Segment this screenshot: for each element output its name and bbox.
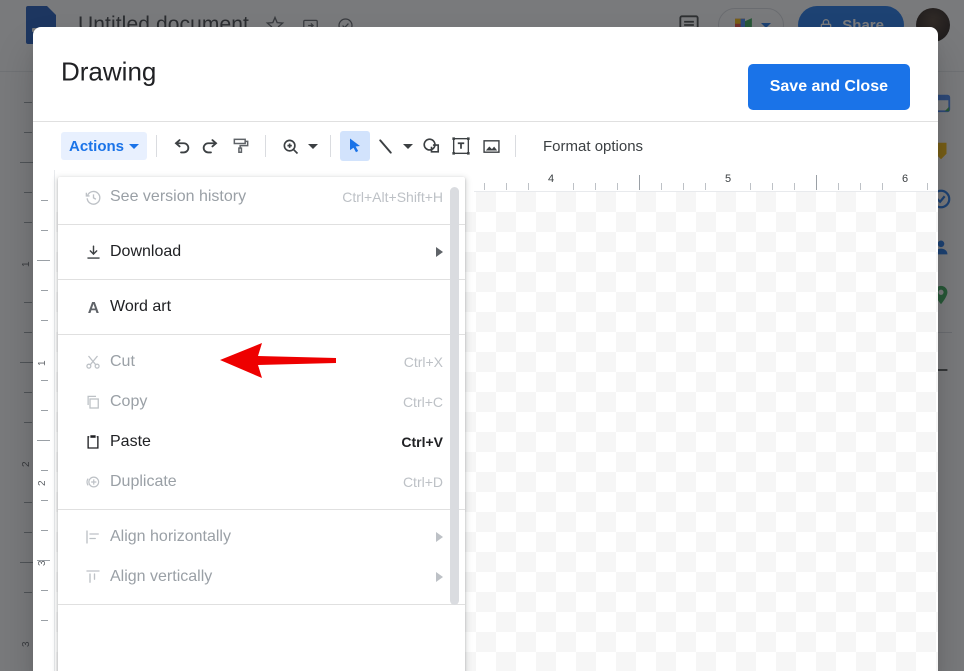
- toolbar-divider: [515, 135, 517, 157]
- submenu-arrow-icon: [436, 532, 443, 542]
- vertical-ruler-number: 1: [37, 360, 48, 366]
- menu-item-label: Cut: [110, 353, 135, 370]
- copy-icon: [84, 393, 110, 411]
- image-icon[interactable]: [476, 131, 506, 161]
- menu-divider: [58, 224, 465, 225]
- drawing-toolbar: Actions Format options: [33, 122, 938, 170]
- download-icon: [84, 243, 110, 262]
- menu-item-cut[interactable]: Cut Ctrl+X: [58, 342, 465, 382]
- actions-dropdown-menu: See version history Ctrl+Alt+Shift+H Dow…: [58, 177, 465, 671]
- menu-item-align-horizontally[interactable]: Align horizontally: [58, 517, 465, 557]
- word-art-icon: A: [84, 298, 110, 317]
- menu-item-label: Align horizontally: [110, 528, 231, 545]
- toolbar-divider: [265, 135, 267, 157]
- line-icon[interactable]: [370, 131, 400, 161]
- actions-menu-button[interactable]: Actions: [61, 132, 148, 160]
- menu-item-word-art[interactable]: A Word art: [58, 287, 465, 327]
- zoom-icon[interactable]: [275, 131, 305, 161]
- menu-item-label: See version history: [110, 188, 247, 205]
- submenu-arrow-icon: [436, 247, 443, 257]
- vertical-ruler-number: 2: [37, 480, 48, 486]
- submenu-arrow-icon: [436, 572, 443, 582]
- menu-divider: [58, 604, 465, 605]
- svg-text:A: A: [88, 300, 100, 317]
- menu-item-duplicate[interactable]: Duplicate Ctrl+D: [58, 462, 465, 502]
- ruler-number: 5: [725, 173, 732, 185]
- menu-item-label: Duplicate: [110, 473, 177, 490]
- menu-item-shortcut: Ctrl+V: [401, 434, 443, 450]
- history-icon: [84, 188, 110, 207]
- cut-icon: [84, 353, 110, 371]
- menu-item-align-vertically[interactable]: Align vertically: [58, 557, 465, 597]
- align-horizontal-icon: [84, 528, 110, 546]
- format-options-button[interactable]: Format options: [543, 138, 643, 155]
- chevron-down-icon: [129, 143, 140, 149]
- menu-divider: [58, 334, 465, 335]
- ruler-number: 6: [902, 173, 909, 185]
- menu-item-label: Word art: [110, 298, 172, 315]
- redo-icon[interactable]: [196, 131, 226, 161]
- ruler-number: 4: [548, 173, 555, 185]
- line-dropdown-caret[interactable]: [400, 131, 416, 161]
- menu-divider: [58, 509, 465, 510]
- paint-format-icon[interactable]: [226, 131, 256, 161]
- undo-icon[interactable]: [166, 131, 196, 161]
- vertical-ruler-number: 3: [37, 560, 48, 566]
- menu-scrollbar-thumb[interactable]: [450, 187, 459, 605]
- menu-item-shortcut: Ctrl+C: [402, 394, 443, 410]
- drawing-dialog: Drawing Save and Close Actions Format op…: [33, 27, 938, 671]
- menu-item-label: Paste: [110, 433, 151, 450]
- menu-item-shortcut: Ctrl+Alt+Shift+H: [342, 189, 443, 205]
- menu-item-see-version-history[interactable]: See version history Ctrl+Alt+Shift+H: [58, 177, 465, 217]
- paste-icon: [84, 433, 110, 451]
- duplicate-icon: [84, 473, 110, 491]
- menu-item-copy[interactable]: Copy Ctrl+C: [58, 382, 465, 422]
- menu-item-label: Align vertically: [110, 568, 213, 585]
- menu-divider: [58, 279, 465, 280]
- menu-item-label: Copy: [110, 393, 148, 410]
- toolbar-divider: [156, 135, 158, 157]
- shape-icon[interactable]: [416, 131, 446, 161]
- menu-item-label: Download: [110, 243, 182, 260]
- menu-item-download[interactable]: Download: [58, 232, 465, 272]
- screen: Untitled document: [0, 0, 964, 671]
- align-vertical-icon: [84, 568, 110, 586]
- dialog-title: Drawing: [61, 56, 157, 87]
- horizontal-ruler[interactable]: 4 5 6: [474, 170, 938, 192]
- toolbar-divider: [330, 135, 332, 157]
- text-box-icon[interactable]: [446, 131, 476, 161]
- zoom-dropdown-caret[interactable]: [305, 131, 321, 161]
- save-and-close-button[interactable]: Save and Close: [747, 64, 910, 110]
- vertical-ruler[interactable]: 1 2 3: [33, 170, 55, 671]
- menu-item-shortcut: Ctrl+D: [402, 474, 443, 490]
- dialog-header: Drawing Save and Close: [33, 27, 938, 122]
- actions-label: Actions: [69, 137, 125, 155]
- menu-item-paste[interactable]: Paste Ctrl+V: [58, 422, 465, 462]
- select-icon[interactable]: [340, 131, 371, 161]
- menu-item-shortcut: Ctrl+X: [403, 354, 443, 370]
